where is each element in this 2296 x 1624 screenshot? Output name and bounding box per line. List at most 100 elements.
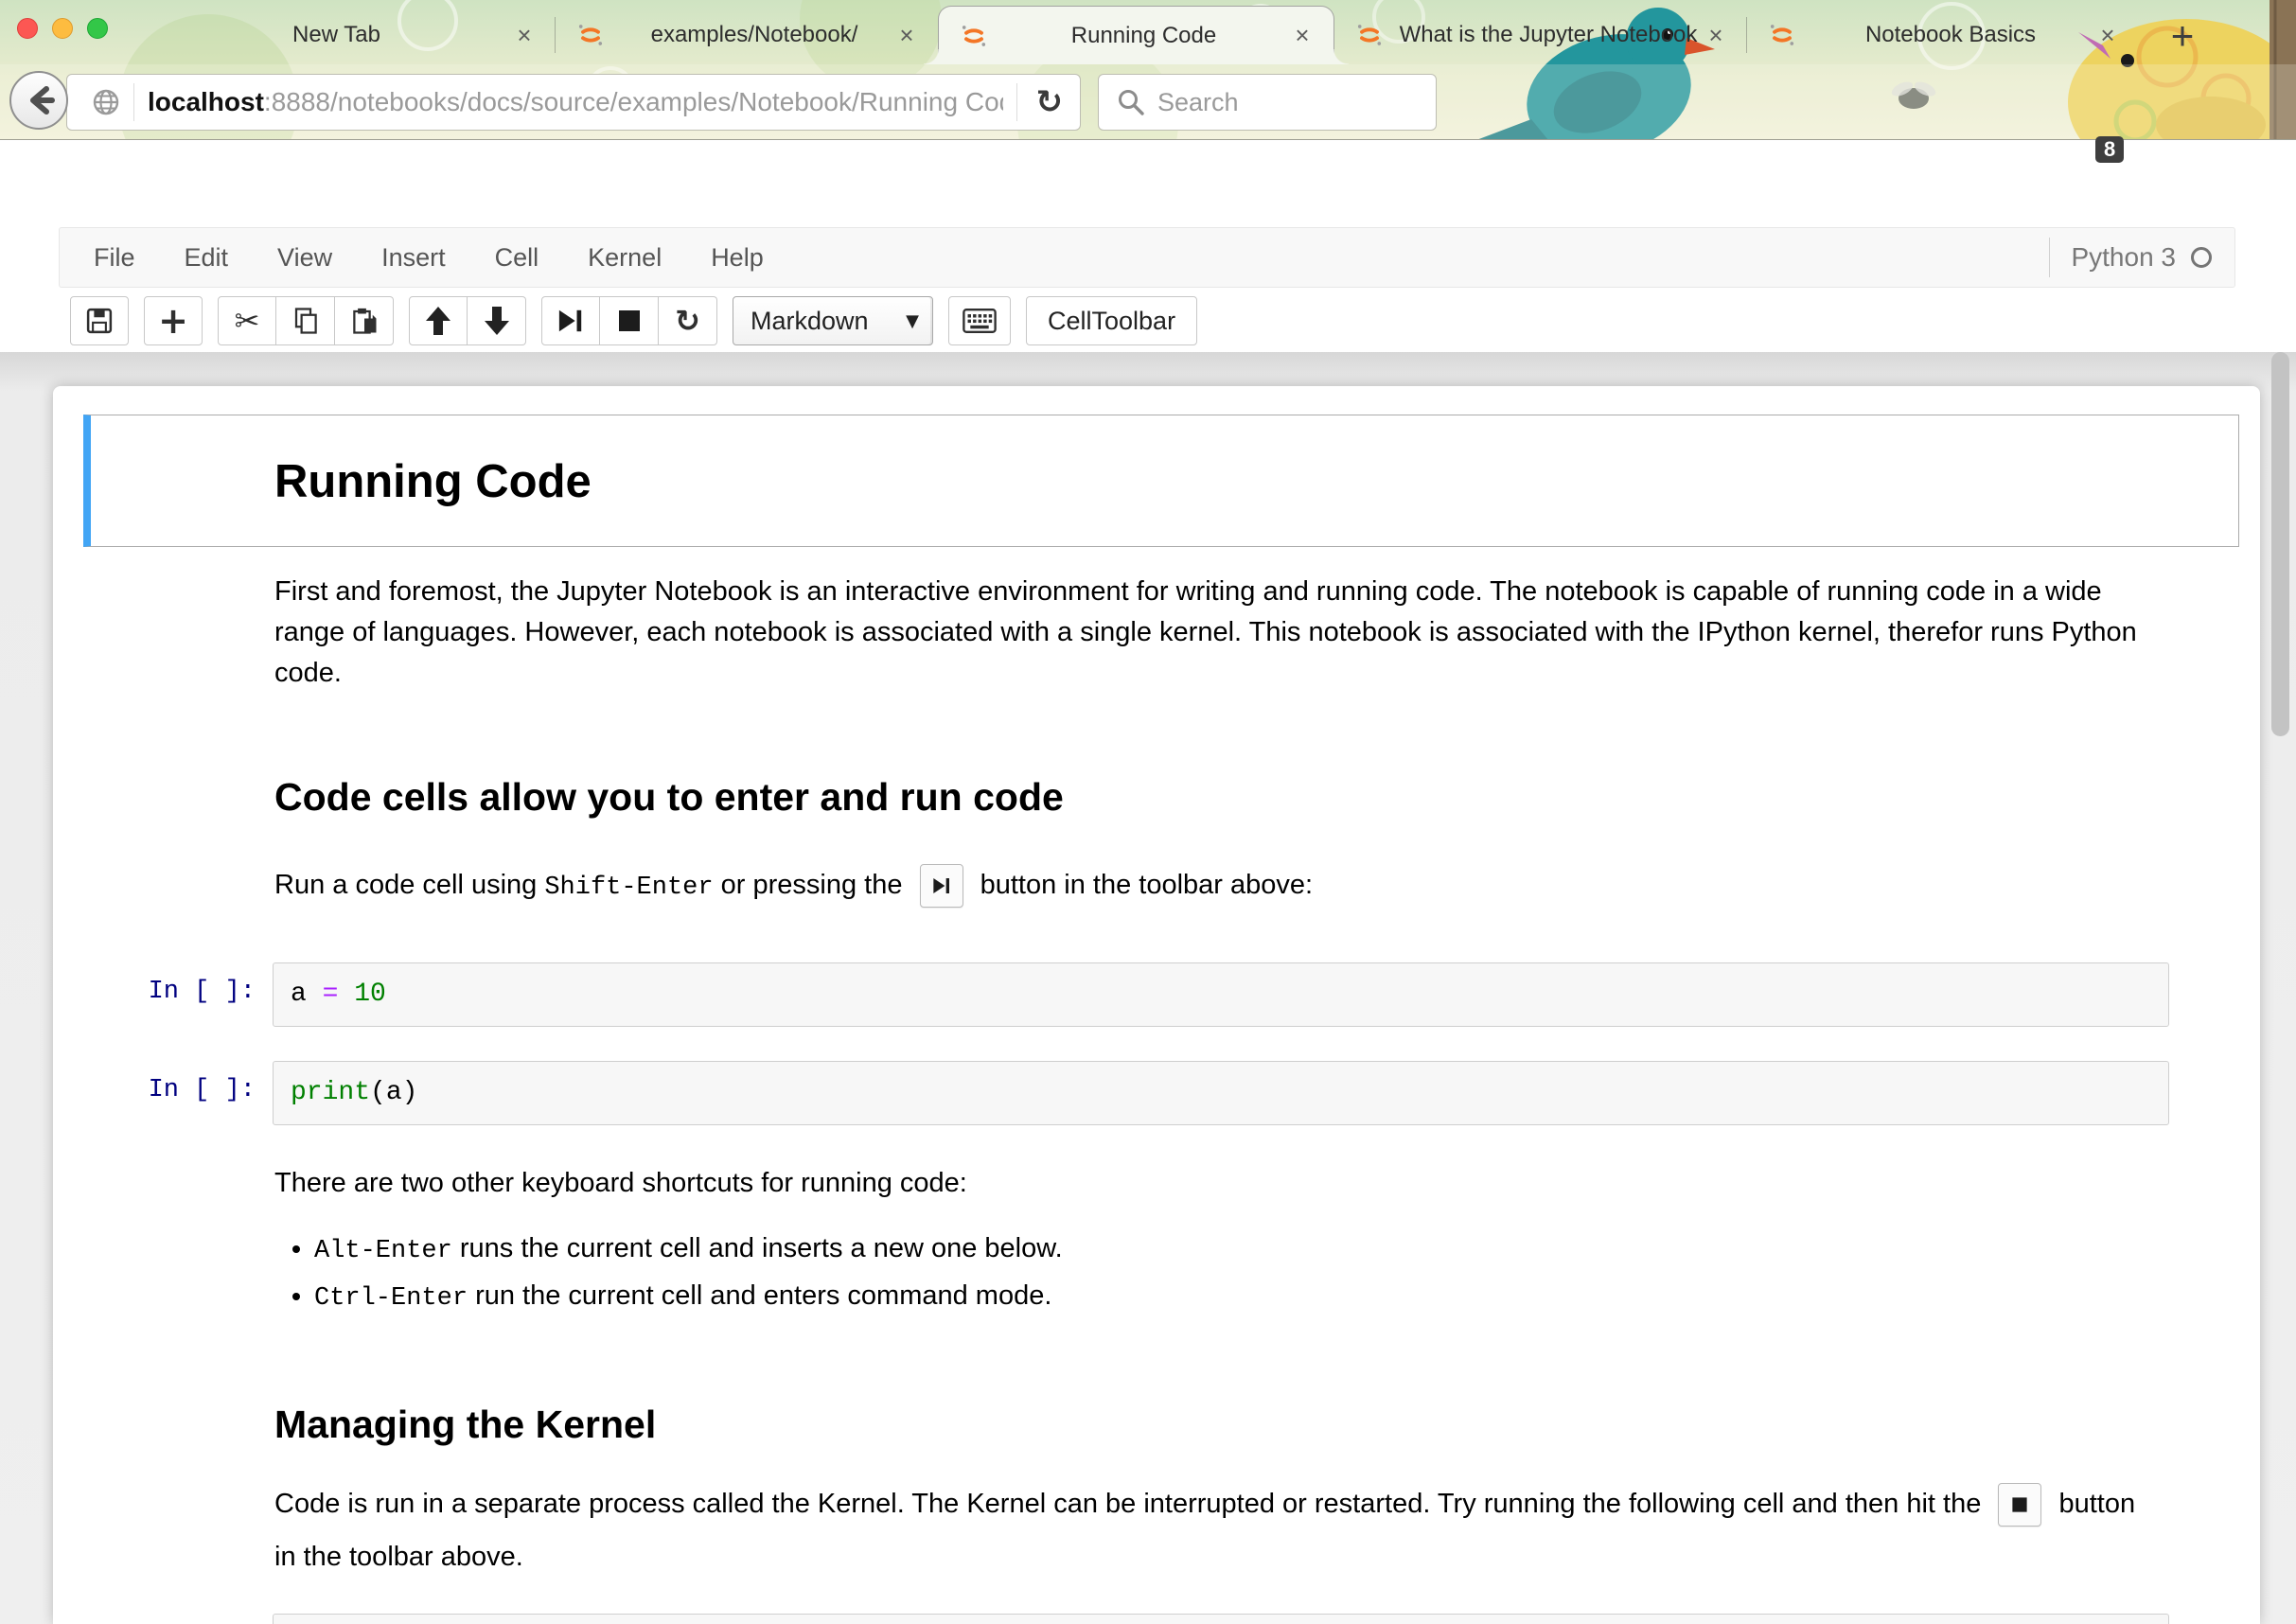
tab-bar: New Tab × examples/Notebook/ × Running C… <box>0 0 2296 64</box>
new-tab-button[interactable]: + <box>2162 13 2203 59</box>
url-path: :8888/notebooks/docs/source/examples/Not… <box>264 87 1003 116</box>
jupyter-favicon-icon <box>960 22 988 50</box>
browser-window: New Tab × examples/Notebook/ × Running C… <box>0 0 2296 1624</box>
url-divider <box>133 83 134 121</box>
run-cell-button[interactable] <box>541 296 600 345</box>
back-button[interactable] <box>9 71 68 130</box>
command-palette-button[interactable] <box>948 296 1011 345</box>
navigation-toolbar: localhost:8888/notebooks/docs/source/exa… <box>0 64 2296 140</box>
notebook-menubar: File Edit View Insert Cell Kernel Help P… <box>59 227 2235 288</box>
paste-icon <box>350 307 379 335</box>
cell-toolbar-button[interactable]: CellToolbar <box>1026 296 1197 345</box>
tab-title: New Tab <box>163 22 510 48</box>
page-scrollbar-thumb[interactable] <box>2271 352 2289 736</box>
code-cell-print-a: In [ ]: print(a) <box>83 1061 2169 1125</box>
kbd-alt-enter: Alt-Enter <box>314 1237 452 1265</box>
select-caret-icon: ▼ <box>906 311 919 331</box>
intro-paragraph: First and foremost, the Jupyter Notebook… <box>274 572 2156 694</box>
code-input-area[interactable]: a = 10 <box>273 962 2169 1027</box>
search-input[interactable] <box>1157 88 1394 117</box>
move-cell-up-button[interactable] <box>409 296 468 345</box>
tab-notebook-basics[interactable]: Notebook Basics × <box>1747 6 2139 64</box>
shortcut-ctrl-enter: Ctrl-Enter run the current cell and ente… <box>314 1274 2156 1321</box>
tab-examples-notebook[interactable]: examples/Notebook/ × <box>556 6 938 64</box>
tab-close-icon[interactable]: × <box>1702 21 1730 50</box>
tab-what-is-jupyter[interactable]: What is the Jupyter Notebook × <box>1334 6 1747 64</box>
copy-icon <box>291 307 320 335</box>
shortcut-alt-enter: Alt-Enter runs the current cell and inse… <box>314 1227 2156 1274</box>
jupyter-favicon-icon <box>1355 21 1384 49</box>
section-heading-code-cells: Code cells allow you to enter and run co… <box>274 775 2156 820</box>
kernel-paragraph: Code is run in a separate process called… <box>274 1477 2156 1583</box>
stop-icon <box>617 309 642 333</box>
url-divider <box>1016 83 1017 121</box>
search-icon <box>1116 87 1146 117</box>
interrupt-kernel-button[interactable] <box>600 296 659 345</box>
kbd-ctrl-enter: Ctrl-Enter <box>314 1284 468 1313</box>
menu-cell[interactable]: Cell <box>470 243 564 273</box>
extension-badge-count: 8 <box>2095 136 2124 163</box>
tab-close-icon[interactable]: × <box>892 21 921 50</box>
menu-edit[interactable]: Edit <box>160 243 254 273</box>
tab-title: What is the Jupyter Notebook <box>1395 22 1702 48</box>
jupyter-header: jupyter Running Code (unsaved changes) <box>0 140 2296 227</box>
kernel-name: Python 3 <box>2071 242 2176 273</box>
save-icon <box>85 307 114 335</box>
input-prompt: In [ ]: <box>83 1076 273 1104</box>
shortcuts-paragraph: There are two other keyboard shortcuts f… <box>274 1163 2156 1204</box>
menu-help[interactable]: Help <box>686 243 788 273</box>
reload-icon[interactable]: ↻ <box>1036 83 1064 121</box>
tabs: New Tab × examples/Notebook/ × Running C… <box>142 0 2139 64</box>
selected-markdown-cell[interactable]: Running Code <box>83 415 2239 547</box>
notebook-h1: Running Code <box>274 455 2238 508</box>
notebook-container: Running Code First and foremost, the Jup… <box>53 386 2260 1624</box>
code-input-area[interactable]: print(a) <box>273 1061 2169 1125</box>
jupyter-favicon-icon <box>1768 21 1796 49</box>
tab-close-icon[interactable]: × <box>1288 21 1316 50</box>
cell-toolbar-label: CellToolbar <box>1048 307 1175 336</box>
tab-close-icon[interactable]: × <box>510 21 539 50</box>
url-host: localhost <box>148 87 264 116</box>
url-text: localhost:8888/notebooks/docs/source/exa… <box>148 87 1003 117</box>
move-cell-down-button[interactable] <box>468 296 526 345</box>
paste-cell-button[interactable] <box>335 296 394 345</box>
code-cell-import-time: In [ ]: import time time.sleep(10) <box>83 1614 2169 1624</box>
cell-type-value: Markdown <box>751 307 869 336</box>
zoom-window-button[interactable] <box>87 18 108 39</box>
notebook-page-background: Running Code First and foremost, the Jup… <box>0 352 2296 1624</box>
restart-kernel-button[interactable]: ↻ <box>659 296 717 345</box>
keyboard-icon <box>963 308 997 334</box>
notebook-toolbar: + ✂ <box>0 290 2296 352</box>
input-prompt: In [ ]: <box>83 978 273 1006</box>
code-input-area[interactable]: import time time.sleep(10) <box>273 1614 2169 1624</box>
minimize-window-button[interactable] <box>52 18 73 39</box>
kbd-shift-enter: Shift-Enter <box>544 874 713 902</box>
close-window-button[interactable] <box>17 18 38 39</box>
copy-cell-button[interactable] <box>276 296 335 345</box>
menu-kernel[interactable]: Kernel <box>563 243 686 273</box>
search-bar[interactable] <box>1098 74 1437 131</box>
save-button[interactable] <box>70 296 129 345</box>
tab-title: examples/Notebook/ <box>616 22 892 48</box>
arrow-down-icon <box>484 306 510 336</box>
globe-icon <box>92 88 120 116</box>
back-arrow-icon <box>18 79 60 121</box>
url-bar[interactable]: localhost:8888/notebooks/docs/source/exa… <box>66 74 1081 131</box>
tab-running-code-active[interactable]: Running Code × <box>938 6 1334 64</box>
tab-close-icon[interactable]: × <box>2093 21 2122 50</box>
window-controls <box>17 18 108 39</box>
cell-type-select[interactable]: Markdown ▼ <box>733 296 933 345</box>
tab-title: Notebook Basics <box>1808 22 2093 48</box>
run-icon <box>557 307 584 335</box>
add-cell-button[interactable]: + <box>144 296 203 345</box>
inline-stop-button-icon <box>1998 1483 2041 1527</box>
kernel-idle-icon <box>2191 247 2212 268</box>
tab-new-tab[interactable]: New Tab × <box>142 6 556 64</box>
menu-file[interactable]: File <box>60 243 160 273</box>
arrow-up-icon <box>425 306 451 336</box>
menu-view[interactable]: View <box>253 243 357 273</box>
menu-insert[interactable]: Insert <box>357 243 470 273</box>
cut-cell-button[interactable]: ✂ <box>218 296 276 345</box>
browser-chrome: New Tab × examples/Notebook/ × Running C… <box>0 0 2296 140</box>
tab-title: Running Code <box>999 23 1288 49</box>
